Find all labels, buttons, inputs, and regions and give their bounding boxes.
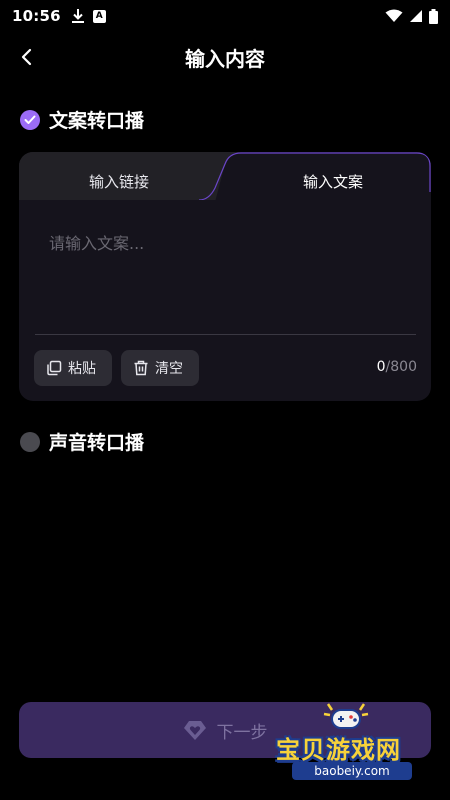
header: 输入内容 bbox=[0, 32, 450, 82]
option-voice-to-speech[interactable]: 声音转口播 bbox=[20, 428, 144, 455]
radio-unchecked[interactable] bbox=[20, 431, 40, 452]
char-count-max: /800 bbox=[385, 359, 417, 375]
a-notification-icon: A bbox=[92, 9, 106, 23]
signal-icon bbox=[410, 10, 422, 22]
input-card: 输入链接 输入文案 粘贴 清空 0/800 bbox=[19, 152, 431, 401]
trash-icon bbox=[134, 360, 148, 376]
divider bbox=[35, 334, 416, 335]
watermark-title: 宝贝游戏网 bbox=[276, 736, 401, 764]
char-count-current: 0 bbox=[376, 359, 386, 375]
chevron-left-icon bbox=[21, 48, 32, 66]
check-icon bbox=[24, 115, 36, 124]
status-icons-right bbox=[385, 8, 438, 24]
option-label: 声音转口播 bbox=[49, 432, 145, 454]
next-step-label: 下一步 bbox=[216, 722, 268, 742]
heart-diamond-icon bbox=[183, 721, 206, 740]
textarea-wrapper bbox=[35, 224, 415, 334]
char-counter: 0/800 bbox=[377, 359, 417, 375]
copy-icon bbox=[47, 360, 62, 376]
content-textarea[interactable] bbox=[35, 224, 415, 334]
radio-checked[interactable] bbox=[20, 109, 40, 130]
paste-button[interactable]: 粘贴 bbox=[34, 350, 112, 386]
clear-button[interactable]: 清空 bbox=[121, 350, 199, 386]
clear-label: 清空 bbox=[155, 360, 183, 376]
back-button[interactable] bbox=[14, 44, 40, 70]
option-text-to-speech[interactable]: 文案转口播 bbox=[20, 106, 144, 133]
status-time: 10:56 bbox=[12, 7, 61, 25]
gamepad-icon bbox=[323, 703, 369, 729]
watermark-url: baobeiy.com bbox=[292, 762, 412, 780]
wifi-icon bbox=[385, 9, 403, 22]
tab-input-link[interactable]: 输入链接 bbox=[29, 171, 209, 192]
option-label: 文案转口播 bbox=[49, 110, 145, 132]
paste-label: 粘贴 bbox=[68, 360, 96, 376]
download-icon bbox=[71, 9, 84, 23]
tab-input-text[interactable]: 输入文案 bbox=[243, 171, 423, 192]
battery-icon bbox=[429, 8, 438, 24]
tab-bar: 输入链接 输入文案 bbox=[19, 152, 431, 216]
watermark: 宝贝游戏网 baobeiy.com bbox=[268, 700, 438, 782]
status-icons-left: A bbox=[71, 8, 106, 24]
status-bar: 10:56 A bbox=[0, 0, 450, 32]
page-title: 输入内容 bbox=[185, 46, 265, 71]
